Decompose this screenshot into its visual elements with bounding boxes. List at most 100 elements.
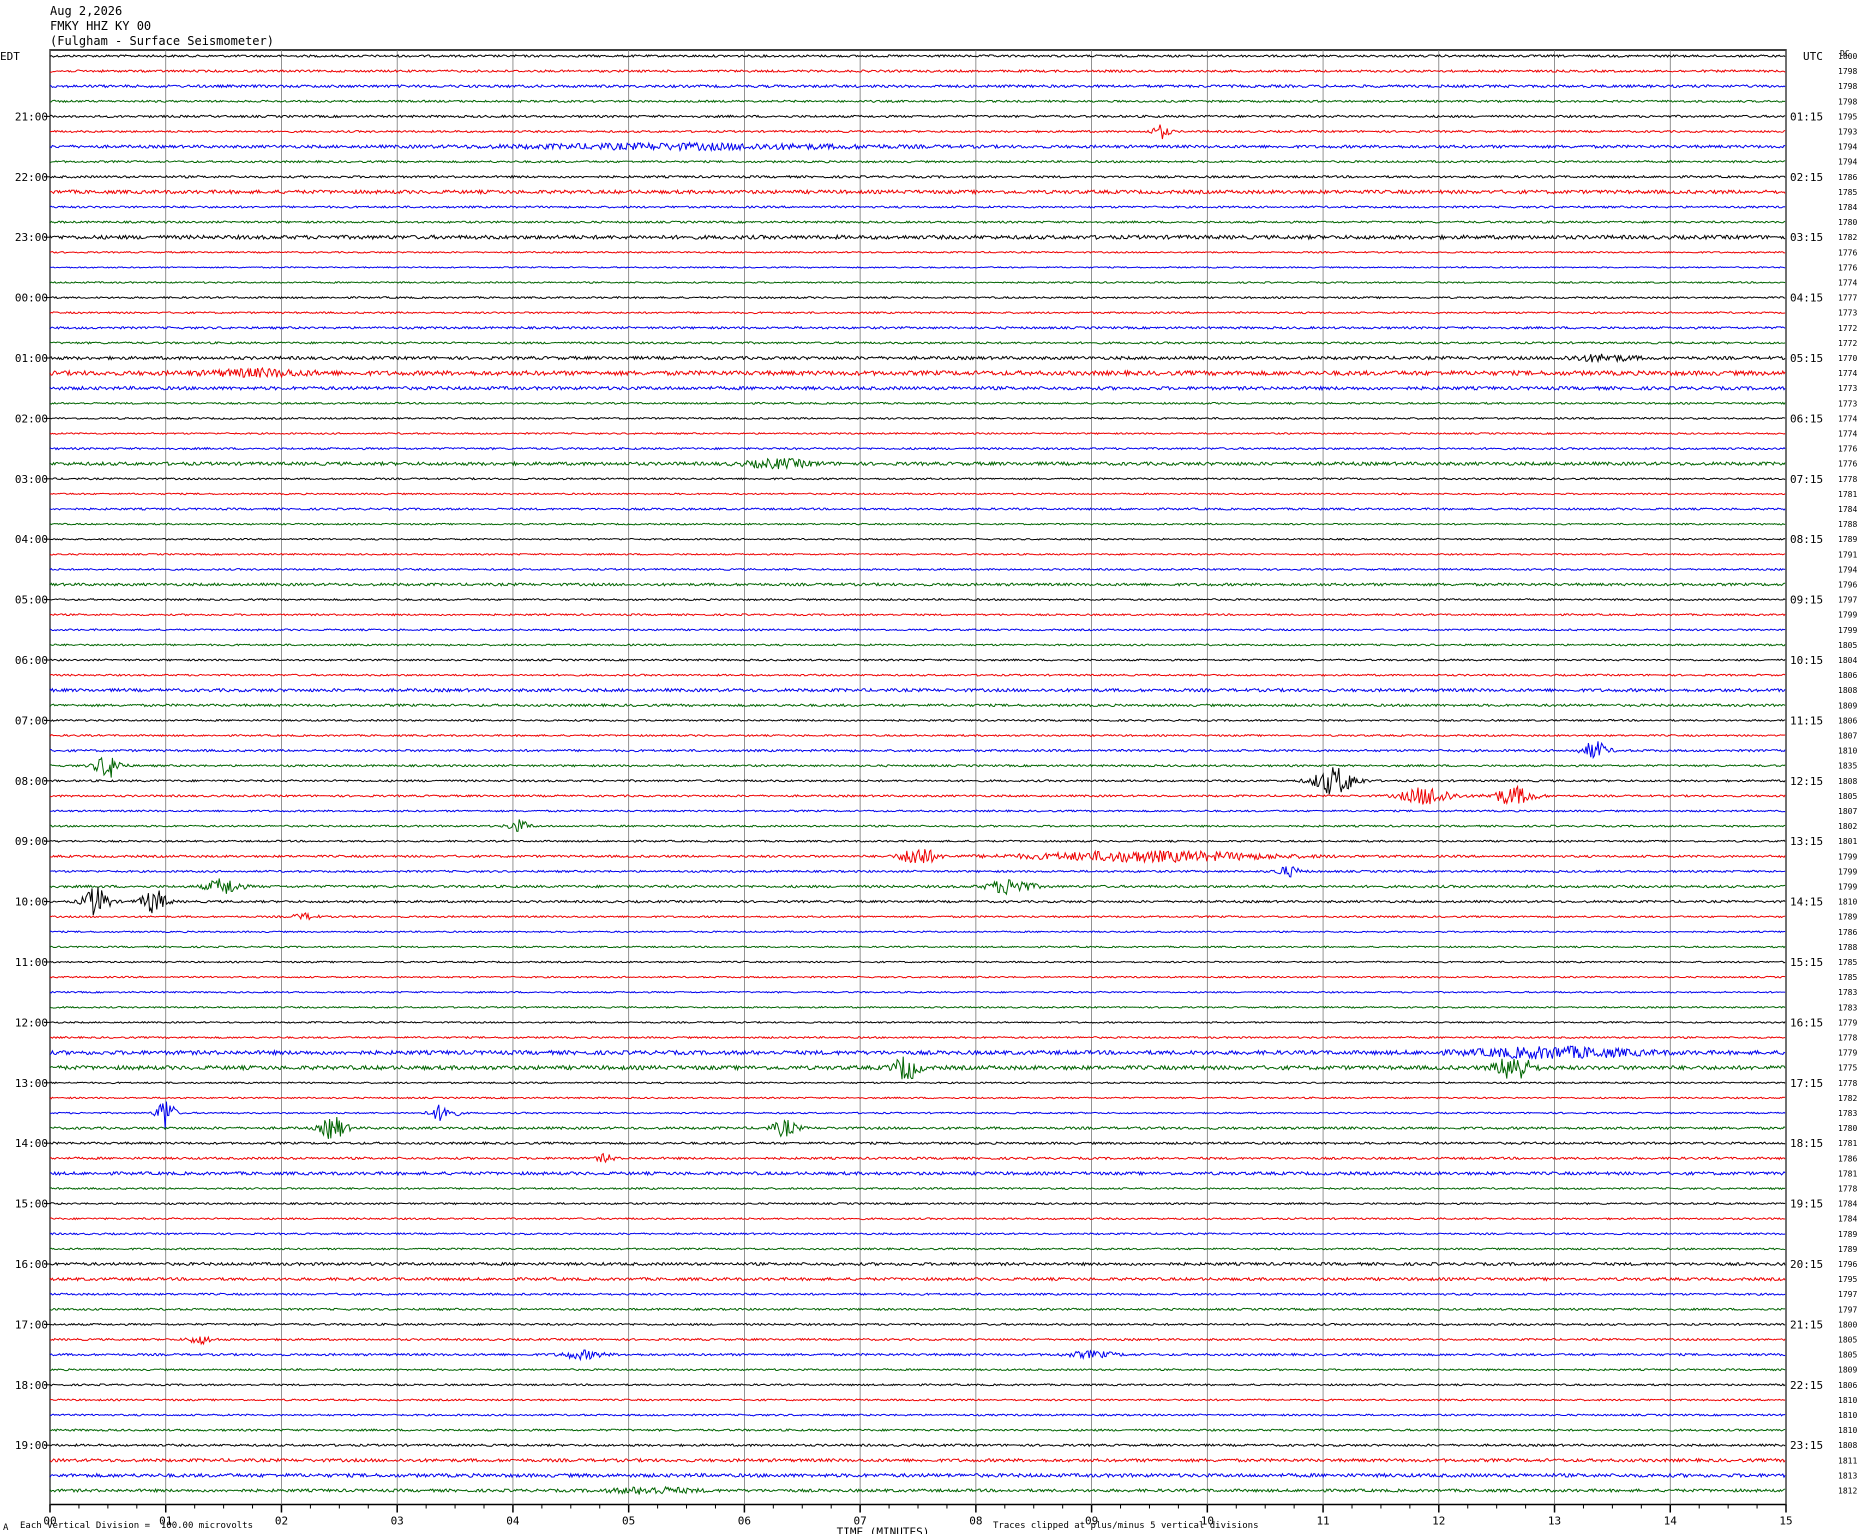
seismic-trace	[49, 385, 1786, 392]
edt-hour-label: 00:00	[15, 292, 48, 305]
seismic-trace	[49, 1307, 1786, 1312]
dc-offset-label: 1779	[1838, 1018, 1857, 1027]
dc-offset-label: 1779	[1838, 1049, 1857, 1058]
seismic-trace	[49, 431, 1786, 436]
edt-hour-label: 07:00	[15, 714, 48, 727]
utc-hour-label: 11:15	[1790, 714, 1823, 727]
dc-offset-label: 1786	[1838, 173, 1857, 182]
seismic-trace	[49, 1335, 1786, 1346]
seismic-trace	[49, 1383, 1786, 1387]
dc-offset-label: 1808	[1838, 1441, 1857, 1450]
utc-hour-label: 19:15	[1790, 1198, 1823, 1211]
dc-offset-label: 1780	[1838, 1124, 1857, 1133]
dc-offset-label: 1796	[1838, 581, 1857, 590]
seismic-trace	[50, 866, 1786, 878]
utc-hour-label: 03:15	[1790, 231, 1823, 244]
dc-offset-label: 1785	[1838, 973, 1857, 982]
dc-offset-label: 1789	[1838, 535, 1857, 544]
dc-offset-label: 1789	[1838, 1230, 1857, 1239]
seismic-trace	[49, 643, 1786, 647]
seismic-trace	[49, 1081, 1786, 1085]
seismic-trace	[49, 767, 1786, 795]
seismic-trace	[49, 960, 1786, 964]
edt-hour-label: 02:00	[15, 412, 48, 425]
dc-offset-label: 1786	[1838, 1154, 1857, 1163]
seismic-trace	[49, 1247, 1786, 1251]
dc-offset-label: 1774	[1838, 369, 1857, 378]
seismic-trace	[49, 784, 1786, 806]
dc-offset-label: 1796	[1838, 1260, 1857, 1269]
utc-hour-label: 21:15	[1790, 1318, 1823, 1331]
dc-offset-label: 1781	[1838, 1169, 1857, 1178]
utc-hour-label: 17:15	[1790, 1077, 1823, 1090]
edt-hour-label: 05:00	[15, 594, 48, 607]
dc-offset-label: 1777	[1838, 294, 1857, 303]
dc-offset-label: 1805	[1838, 1351, 1857, 1360]
utc-hour-label: 12:15	[1790, 775, 1823, 788]
dc-offset-label: 1794	[1838, 565, 1857, 574]
seismic-trace	[49, 233, 1786, 241]
seismic-trace	[49, 1005, 1786, 1009]
dc-offset-label: 1806	[1838, 716, 1857, 725]
seismic-trace	[49, 174, 1786, 179]
plot-frame	[49, 49, 1787, 1506]
dc-offset-label: 1799	[1838, 611, 1857, 620]
seismic-trace	[49, 401, 1786, 406]
dc-offset-label: 1806	[1838, 671, 1857, 680]
seismic-trace	[49, 446, 1786, 451]
seismic-trace	[49, 1101, 1786, 1129]
dc-offset-label: 1781	[1838, 490, 1857, 499]
utc-hour-label: 22:15	[1790, 1379, 1823, 1392]
edt-hour-label: 01:00	[15, 352, 48, 365]
dc-offset-label: 1800	[1838, 52, 1857, 61]
dc-offset-label: 1786	[1838, 928, 1857, 937]
dc-offset-label: 1799	[1838, 626, 1857, 635]
edt-hour-label: 18:00	[15, 1379, 48, 1392]
seismic-trace	[49, 537, 1786, 541]
dc-offset-label: 1810	[1838, 1426, 1857, 1435]
dc-offset-label: 1776	[1838, 460, 1857, 469]
seismic-trace	[49, 658, 1786, 662]
dc-offset-label: 1795	[1838, 1275, 1857, 1284]
clip-note: Traces clipped at plus/minus 5 vertical …	[993, 1521, 1259, 1531]
dc-offset-label: 1776	[1838, 445, 1857, 454]
right-axis-label: UTC	[1803, 50, 1823, 63]
utc-hour-label: 23:15	[1790, 1439, 1823, 1452]
dc-offset-label: 1799	[1838, 867, 1857, 876]
utc-hour-label: 09:15	[1790, 594, 1823, 607]
utc-hour-label: 13:15	[1790, 835, 1823, 848]
dc-offset-label: 1797	[1838, 1290, 1857, 1299]
utc-hour-label: 06:15	[1790, 412, 1823, 425]
seismic-trace	[49, 1485, 1786, 1495]
edt-hour-label: 14:00	[15, 1137, 48, 1150]
seismic-trace	[49, 1035, 1786, 1040]
dc-offset-label: 1789	[1838, 1245, 1857, 1254]
seismic-trace	[50, 930, 1786, 934]
seismic-trace	[49, 1216, 1786, 1221]
seismic-trace	[49, 1368, 1786, 1372]
dc-offset-label: 1774	[1838, 414, 1857, 423]
seismic-trace	[49, 1457, 1786, 1464]
x-tick-label: 03	[391, 1515, 404, 1528]
utc-hour-label: 07:15	[1790, 473, 1823, 486]
edt-hour-label: 04:00	[15, 533, 48, 546]
dc-offset-label: 1797	[1838, 1305, 1857, 1314]
seismic-trace	[49, 124, 1786, 140]
dc-offset-label: 1784	[1838, 203, 1857, 212]
dc-offset-label: 1810	[1838, 1411, 1857, 1420]
dc-offset-label: 1798	[1838, 97, 1857, 106]
dc-offset-label: 1783	[1838, 1003, 1857, 1012]
seismic-trace	[49, 912, 1786, 921]
seismic-trace	[49, 280, 1786, 285]
seismic-trace	[49, 522, 1786, 526]
dc-offset-label: 1784	[1838, 1215, 1857, 1224]
dc-offset-label: 1772	[1838, 339, 1857, 348]
seismic-trace	[49, 1141, 1786, 1146]
edt-hour-label: 13:00	[15, 1077, 48, 1090]
dc-offset-label: 1788	[1838, 943, 1857, 952]
edt-hour-label: 17:00	[15, 1318, 48, 1331]
dc-offset-label: 1783	[1838, 1109, 1857, 1118]
dc-offset-label: 1807	[1838, 807, 1857, 816]
edt-hour-label: 21:00	[15, 110, 48, 123]
seismic-trace	[49, 1428, 1786, 1432]
